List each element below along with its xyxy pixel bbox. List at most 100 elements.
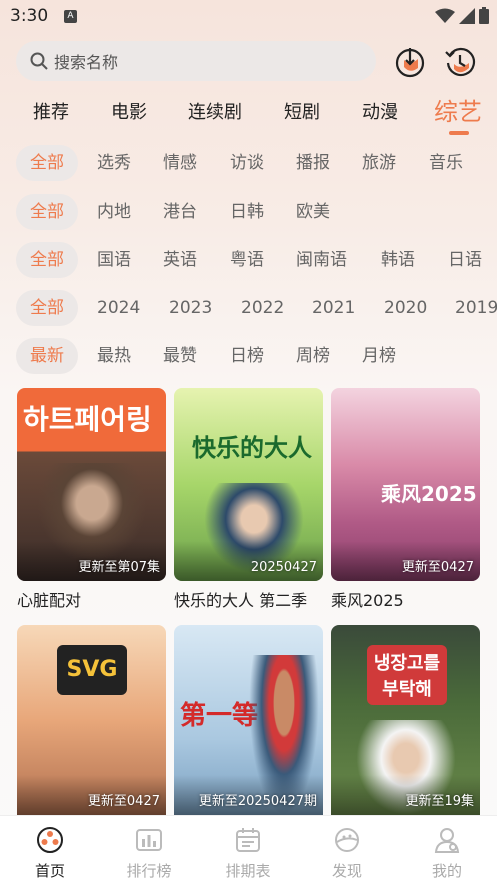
video-card[interactable]: SVG 更新至0427 [17,625,166,815]
filter-row-region: 全部 内地 港台 日韩 欧美 [0,194,497,230]
nav-home[interactable]: 首页 [15,826,85,881]
tab-recommend[interactable]: 推荐 [33,98,69,124]
filter-chip[interactable]: 2021 [312,290,355,326]
battery-icon [479,7,489,24]
search-bar[interactable]: 搜索名称 [16,41,376,81]
card-title: 心脏配对 [17,591,82,610]
system-icons [435,7,489,24]
status-time: 3:30 [10,6,49,26]
poster-title: 하트페어링 [23,403,152,436]
filter-chip[interactable]: 播报 [296,145,330,181]
video-card[interactable]: 快乐的大人 20250427 快乐的大人 第二季 [174,388,323,611]
poster: 第一等 更新至20250427期 [174,625,323,815]
filter-chip[interactable]: 访谈 [230,145,264,181]
tab-anime[interactable]: 动漫 [362,98,398,124]
poster-title: 快乐的大人 [192,434,312,462]
video-card[interactable]: 하트페어링 更新至第07集 心脏配对 [17,388,166,611]
filter-row-year: 全部 2024 2023 2022 2021 2020 2019 [0,290,497,326]
filter-chip[interactable]: 港台 [163,194,197,230]
filter-chip[interactable]: 月榜 [362,338,396,374]
filter-chip[interactable]: 情感 [163,145,197,181]
category-tabs: 推荐 电影 连续剧 短剧 动漫 综艺 [0,92,497,136]
search-icon [30,52,48,70]
poster: 냉장고를 부탁해 更新至19集 [331,625,480,815]
nav-label: 发现 [331,862,362,880]
poster-title: SVG [57,645,127,695]
wifi-icon [435,8,455,23]
filter-chip[interactable]: 全部 [16,194,78,230]
filter-chip[interactable]: 2019 [455,290,497,326]
filter-chip[interactable]: 英语 [163,242,197,278]
filter-chip[interactable]: 选秀 [97,145,131,181]
signal-icon [459,7,475,24]
video-card[interactable]: 냉장고를 부탁해 更新至19集 [331,625,480,815]
nav-ranking[interactable]: 排行榜 [114,826,184,881]
active-tab-indicator [449,131,469,135]
filter-chip[interactable]: 内地 [97,194,131,230]
filter-row-sort: 最新 最热 最赞 日榜 周榜 月榜 [0,338,497,374]
video-card[interactable]: 第一等 更新至20250427期 [174,625,323,815]
filter-chip[interactable]: 周榜 [296,338,330,374]
poster: SVG 更新至0427 [17,625,166,815]
status-bar: 3:30 A [0,0,497,34]
tab-series[interactable]: 连续剧 [188,98,242,124]
bottom-nav: 首页 排行榜 排期表 发现 我的 [0,815,497,883]
filter-chip[interactable]: 2024 [97,290,140,326]
nav-label: 排期表 [225,862,271,880]
nav-me[interactable]: 我的 [412,826,482,881]
filter-chip[interactable]: 音乐 [429,145,463,181]
filter-chip[interactable]: 2020 [384,290,427,326]
poster-title: 乘风2025 [381,482,477,506]
episode-badge: 更新至0427 [87,794,160,809]
filter-chip[interactable]: 欧美 [296,194,330,230]
filter-chip[interactable]: 韩语 [381,242,415,278]
filter-chip[interactable]: 最赞 [163,338,197,374]
filter-chip[interactable]: 全部 [16,242,78,278]
episode-badge: 更新至20250427期 [198,794,317,809]
film-reel-icon [37,827,63,853]
filter-chip[interactable]: 最新 [16,338,78,374]
filter-chip[interactable]: 最热 [97,338,131,374]
compass-icon [335,828,359,852]
tab-variety[interactable]: 综艺 [434,92,482,127]
chart-icon [136,829,162,851]
filter-chip[interactable]: 日榜 [230,338,264,374]
download-icon[interactable] [394,46,426,78]
nav-label: 排行榜 [126,862,172,880]
filter-row-genre: 全部 选秀 情感 访谈 播报 旅游 音乐 [0,145,497,181]
poster: 乘风2025 更新至0427 [331,388,480,581]
episode-badge: 更新至19集 [405,794,474,809]
notification-a-icon: A [64,10,77,23]
filter-chip[interactable]: 全部 [16,290,78,326]
nav-label: 首页 [34,862,65,880]
episode-badge: 更新至第07集 [78,560,160,575]
filter-chip[interactable]: 2022 [241,290,284,326]
episode-badge: 更新至0427 [401,560,474,575]
nav-label: 我的 [431,862,462,880]
filter-chip[interactable]: 全部 [16,145,78,181]
filter-chip[interactable]: 日韩 [230,194,264,230]
tab-short-drama[interactable]: 短剧 [284,98,320,124]
tab-movie[interactable]: 电影 [111,98,147,124]
filter-chip[interactable]: 闽南语 [296,242,347,278]
history-icon[interactable] [444,46,476,78]
calendar-icon [236,828,260,852]
poster-title: 냉장고를 부탁해 [367,645,447,705]
episode-badge: 20250427 [250,560,317,575]
filter-chip[interactable]: 2023 [169,290,212,326]
card-title: 快乐的大人 第二季 [174,591,308,610]
filter-chip[interactable]: 国语 [97,242,131,278]
filter-row-language: 全部 国语 英语 粤语 闽南语 韩语 日语 [0,242,497,278]
poster-title: 第一等 [180,701,259,731]
filter-chip[interactable]: 旅游 [362,145,396,181]
poster: 快乐的大人 20250427 [174,388,323,581]
video-card[interactable]: 乘风2025 更新至0427 乘风2025 [331,388,480,611]
nav-schedule[interactable]: 排期表 [213,826,283,881]
nav-discover[interactable]: 发现 [312,826,382,881]
card-title: 乘风2025 [331,591,404,610]
user-icon [434,828,460,853]
filter-chip[interactable]: 粤语 [230,242,264,278]
poster: 하트페어링 更新至第07集 [17,388,166,581]
filter-chip[interactable]: 日语 [448,242,482,278]
search-placeholder: 搜索名称 [54,53,119,72]
